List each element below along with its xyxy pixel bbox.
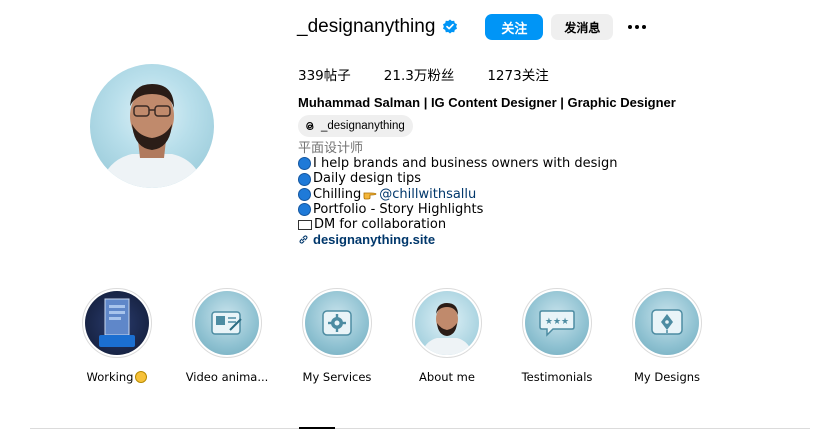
posts-count: 339帖子 <box>298 68 351 84</box>
pointing-hand-icon <box>363 188 377 200</box>
highlight-my-services[interactable]: My Services <box>282 288 392 384</box>
tabs-divider <box>30 428 810 429</box>
blue-circle-icon <box>298 172 311 186</box>
mention-link[interactable]: @chillwithsallu <box>379 187 476 202</box>
verified-badge-icon <box>442 19 458 35</box>
portrait-thumbnail-icon <box>415 291 479 355</box>
svg-text:★★★: ★★★ <box>545 317 569 327</box>
avatar-portrait <box>100 84 204 188</box>
bio-line: Daily design tips <box>298 171 617 186</box>
envelope-icon <box>298 219 312 230</box>
following-count[interactable]: 1273关注 <box>487 64 548 84</box>
highlight-label: My Services <box>302 370 372 384</box>
bio-line: Portfolio - Story Highlights <box>298 202 617 217</box>
bio-text: Daily design tips <box>313 171 422 187</box>
full-name: Muhammad Salman | IG Content Designer | … <box>298 95 676 110</box>
blue-circle-icon <box>298 157 311 171</box>
story-highlights: Working Video anima... My Services About… <box>62 288 722 384</box>
follow-button[interactable]: 关注 <box>485 14 544 40</box>
highlight-label: About me <box>419 370 475 384</box>
gear-icon <box>305 291 369 355</box>
bio-line: I help brands and business owners with d… <box>298 156 617 171</box>
profile-header: _designanything 关注 发消息 <box>297 14 647 40</box>
threads-link[interactable]: _designanything <box>298 115 413 137</box>
profile-avatar[interactable] <box>90 64 214 188</box>
website-url: designanything.site <box>313 232 436 248</box>
highlight-working[interactable]: Working <box>62 288 172 384</box>
highlight-cover <box>82 288 152 358</box>
blue-circle-icon <box>298 187 311 201</box>
highlight-label-text: Working <box>86 370 134 384</box>
highlight-video-animation[interactable]: Video anima... <box>172 288 282 384</box>
active-tab-indicator <box>299 427 335 429</box>
threads-handle: _designanything <box>321 120 405 132</box>
emoji-face-icon <box>135 371 148 383</box>
category-label: 平面设计师 <box>298 141 364 156</box>
blue-circle-icon <box>298 202 311 216</box>
bio-text: I help brands and business owners with d… <box>313 156 618 172</box>
highlight-about-me[interactable]: About me <box>392 288 502 384</box>
threads-icon <box>306 122 314 130</box>
video-editor-icon <box>195 291 259 355</box>
highlight-label: Testimonials <box>521 370 593 384</box>
bio-line: Chilling @chillwithsallu <box>298 187 617 202</box>
link-icon <box>299 235 308 244</box>
pen-nib-icon <box>635 291 699 355</box>
bio-text: DM for collaboration <box>314 217 447 233</box>
highlight-label: My Designs <box>633 370 701 384</box>
highlight-cover <box>192 288 262 358</box>
bio-text: Portfolio - Story Highlights <box>313 201 484 217</box>
message-button[interactable]: 发消息 <box>551 14 614 40</box>
bio-text: Chilling <box>313 186 362 202</box>
highlight-my-designs[interactable]: My Designs <box>612 288 722 384</box>
profile-stats: 339帖子 21.3万粉丝 1273关注 <box>298 64 582 84</box>
followers-count[interactable]: 21.3万粉丝 <box>384 64 455 84</box>
more-options-icon[interactable] <box>627 17 647 37</box>
highlight-cover <box>632 288 702 358</box>
username: _designanything <box>297 16 436 37</box>
highlight-testimonials[interactable]: ★★★ Testimonials <box>502 288 612 384</box>
review-stars-icon: ★★★ <box>525 291 589 355</box>
highlight-cover <box>412 288 482 358</box>
highlight-cover: ★★★ <box>522 288 592 358</box>
laptop-thumbnail-icon <box>85 291 149 355</box>
profile-bio: 平面设计师 I help brands and business owners … <box>298 141 617 247</box>
website-link[interactable]: designanything.site <box>298 232 617 247</box>
bio-line: DM for collaboration <box>298 217 617 232</box>
highlight-cover <box>302 288 372 358</box>
highlight-label: Video anima... <box>185 370 269 384</box>
highlight-label: Working <box>87 370 148 384</box>
